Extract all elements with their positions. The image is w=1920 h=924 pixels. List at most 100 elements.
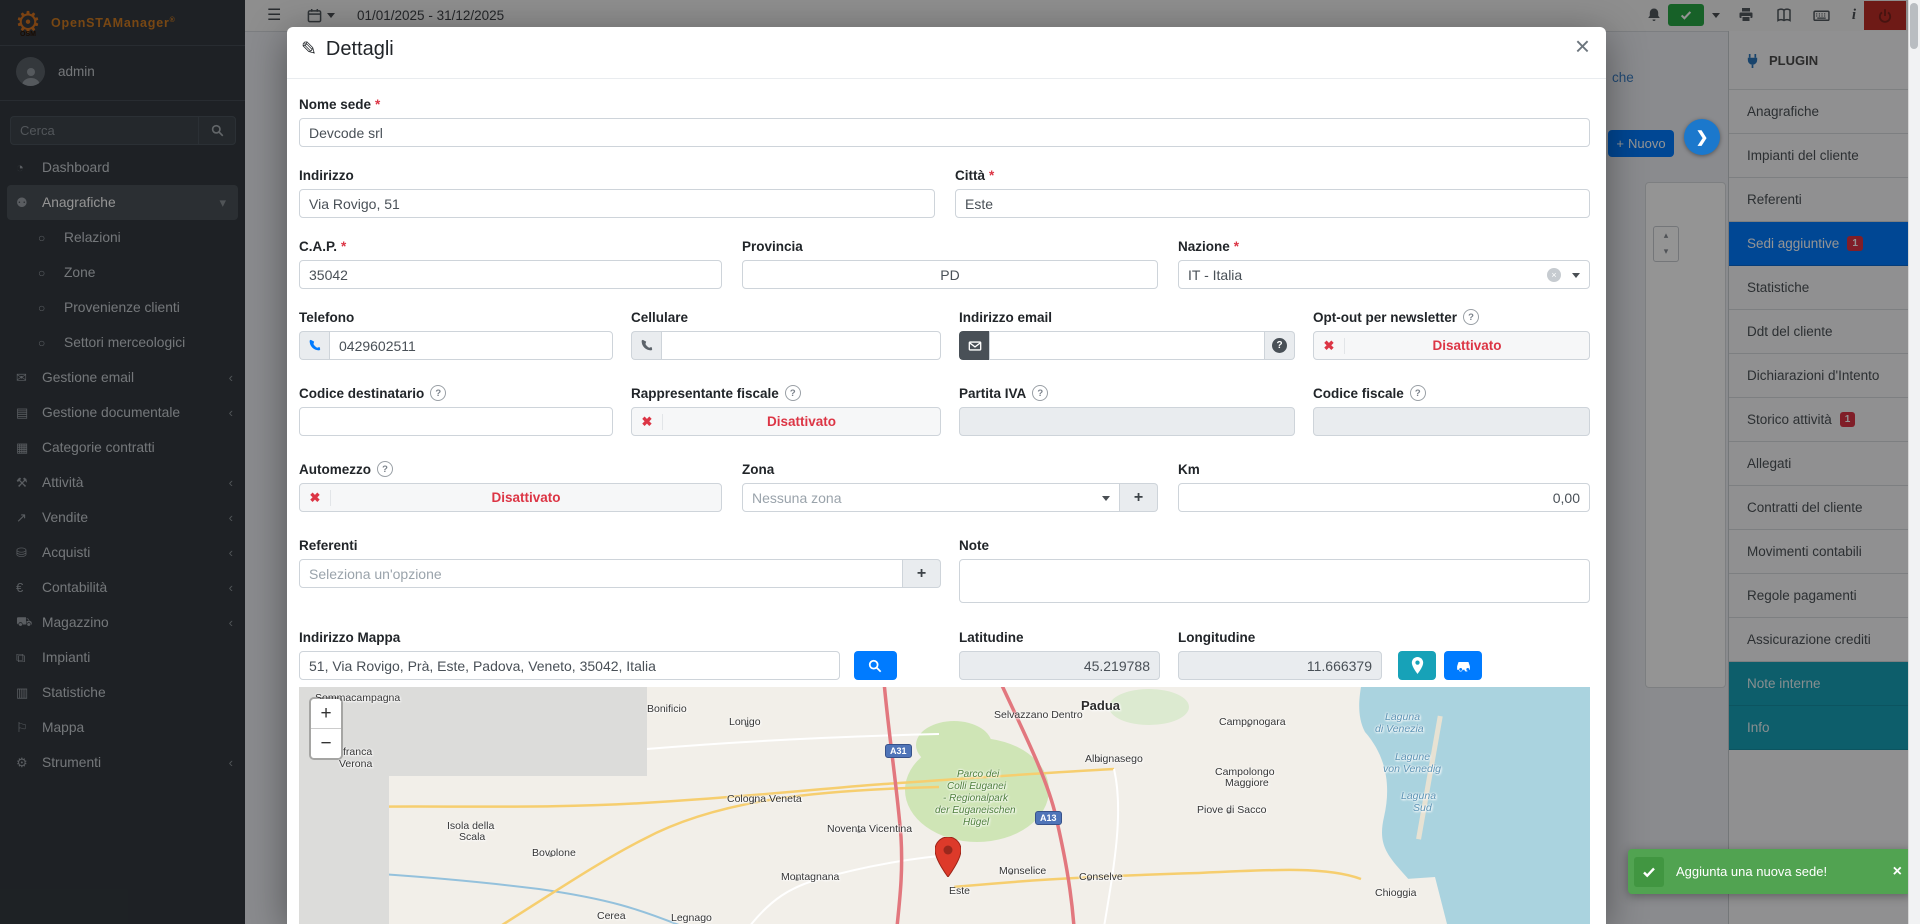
help-icon[interactable]: ? (1463, 309, 1479, 325)
automezzo-toggle[interactable]: ✖ Disattivato (299, 483, 722, 512)
codice-destinatario-label: Codice destinatario? (299, 386, 613, 400)
map-label-este: Este (949, 885, 970, 897)
motorway-shield-a13: A13 (1035, 811, 1062, 825)
email-help-icon[interactable]: ? (1265, 331, 1295, 360)
map-label-parco-1: Parco dei (957, 769, 999, 780)
map-label-parco-2: Colli Euganei (947, 781, 1006, 792)
toast-check-icon (1634, 857, 1664, 887)
latitudine-label: Latitudine (959, 630, 1160, 644)
map-label-cerea: Cerea (597, 910, 626, 922)
email-label: Indirizzo email (959, 310, 1295, 324)
note-textarea[interactable] (959, 559, 1590, 603)
map-label-parco-5: Hügel (963, 817, 989, 828)
provincia-input[interactable] (742, 260, 1158, 289)
map-label-maggiore: Maggiore (1225, 777, 1269, 789)
add-zona-button[interactable]: + (1120, 483, 1158, 512)
envelope-icon (959, 331, 989, 360)
nome-sede-input[interactable] (299, 118, 1590, 147)
map-label-laguna-6: Sud (1413, 802, 1432, 814)
map-canvas[interactable]: SommacampagnafrancaVeronaBonificioLonigo… (299, 687, 1590, 924)
chevron-right-icon: ❯ (1696, 128, 1709, 146)
optout-label: Opt-out per newsletter? (1313, 310, 1590, 324)
modal-close-button[interactable]: × (1575, 31, 1590, 62)
route-car-button[interactable] (1444, 651, 1482, 680)
rappresentante-fiscale-toggle[interactable]: ✖ Disattivato (631, 407, 941, 436)
codice-destinatario-input[interactable] (299, 407, 613, 436)
referenti-select[interactable]: Seleziona un'opzione (299, 559, 903, 588)
map-marker[interactable] (935, 837, 961, 877)
telefono-input[interactable] (329, 331, 613, 360)
citta-input[interactable] (955, 189, 1590, 218)
partita-iva-label: Partita IVA? (959, 386, 1295, 400)
help-icon[interactable]: ? (430, 385, 446, 401)
indirizzo-mappa-input[interactable] (299, 651, 840, 680)
rappresentante-fiscale-state: Disattivato (663, 414, 940, 429)
modal-title: Dettagli (326, 38, 394, 61)
latitudine-input (959, 651, 1160, 680)
map-label-albignasego: Albignasego (1085, 753, 1143, 765)
map-label-lonigo: Lonigo (729, 716, 761, 728)
zona-label: Zona (742, 462, 1158, 476)
add-referente-button[interactable]: + (903, 559, 941, 588)
map-label-laguna-4: von Venedig (1383, 763, 1441, 775)
map-label-legnago: Legnago (671, 912, 712, 924)
page-scrollbar[interactable] (1908, 0, 1920, 924)
caret-down-icon (1572, 273, 1580, 278)
longitudine-input (1178, 651, 1382, 680)
km-input[interactable] (1178, 483, 1590, 512)
map-label-parco-3: - Regionalpark (943, 793, 1008, 804)
help-icon[interactable]: ? (377, 461, 393, 477)
map-label-bonificio: Bonificio (647, 703, 687, 715)
map-zoom-in-button[interactable]: + (311, 699, 341, 729)
note-label: Note (959, 538, 1590, 552)
map-loading-tile (299, 776, 389, 924)
car-icon (1455, 659, 1472, 672)
nome-sede-label: Nome sede* (299, 97, 1590, 111)
partita-iva-input (959, 407, 1295, 436)
locate-marker-button[interactable] (1398, 651, 1436, 680)
search-icon (868, 659, 882, 673)
email-input[interactable] (989, 331, 1265, 360)
toast-close-button[interactable]: × (1893, 863, 1902, 881)
dettagli-modal: ✎ Dettagli × Nome sede* Indirizzo Città*… (287, 27, 1606, 924)
map-label-verona: Verona (339, 758, 372, 770)
map-label-selvazzano-dentro: Selvazzano Dentro (994, 709, 1083, 721)
longitudine-label: Longitudine (1178, 630, 1382, 644)
rappresentante-fiscale-label: Rappresentante fiscale? (631, 386, 941, 400)
scrollbar-thumb[interactable] (1910, 3, 1918, 49)
automezzo-label: Automezzo? (299, 462, 722, 476)
indirizzo-label: Indirizzo (299, 168, 935, 182)
indirizzo-input[interactable] (299, 189, 935, 218)
plugin-panel-toggle-button[interactable]: ❯ (1684, 119, 1720, 155)
map-zoom-out-button[interactable]: − (311, 729, 341, 758)
map-label-conselve: Conselve (1079, 871, 1123, 883)
map-label-cologna-veneta: Cologna Veneta (727, 793, 802, 805)
optout-state: Disattivato (1345, 338, 1589, 353)
map-marker-icon (1411, 657, 1424, 674)
success-toast[interactable]: Aggiunta una nuova sede! × (1628, 849, 1912, 894)
map-search-button[interactable] (854, 651, 897, 680)
map-label-montagnana: Montagnana (781, 871, 839, 883)
cellulare-input[interactable] (661, 331, 941, 360)
map-label-laguna-5: Laguna (1401, 790, 1436, 802)
help-icon[interactable]: ? (1032, 385, 1048, 401)
motorway-shield-a31: A31 (885, 744, 912, 758)
x-icon: ✖ (1314, 338, 1345, 354)
optout-toggle[interactable]: ✖ Disattivato (1313, 331, 1590, 360)
nazione-select[interactable]: IT - Italia × (1178, 260, 1590, 289)
automezzo-state: Disattivato (331, 490, 721, 505)
help-icon[interactable]: ? (1410, 385, 1426, 401)
cap-input[interactable] (299, 260, 722, 289)
help-icon[interactable]: ? (785, 385, 801, 401)
clear-selection-icon[interactable]: × (1547, 268, 1561, 282)
pencil-icon: ✎ (301, 38, 317, 61)
map-label-franca: franca (343, 746, 372, 758)
map-label-scala: Scala (459, 831, 485, 843)
referenti-label: Referenti (299, 538, 941, 552)
map-label-chioggia: Chioggia (1375, 887, 1416, 899)
map-label-bovolone: Bovolone (532, 847, 576, 859)
codice-fiscale-label: Codice fiscale? (1313, 386, 1590, 400)
map-label-laguna-3: Lagune (1395, 751, 1430, 763)
zona-select[interactable]: Nessuna zona (742, 483, 1120, 512)
map-label-parco-4: der Euganeischen (935, 805, 1016, 816)
